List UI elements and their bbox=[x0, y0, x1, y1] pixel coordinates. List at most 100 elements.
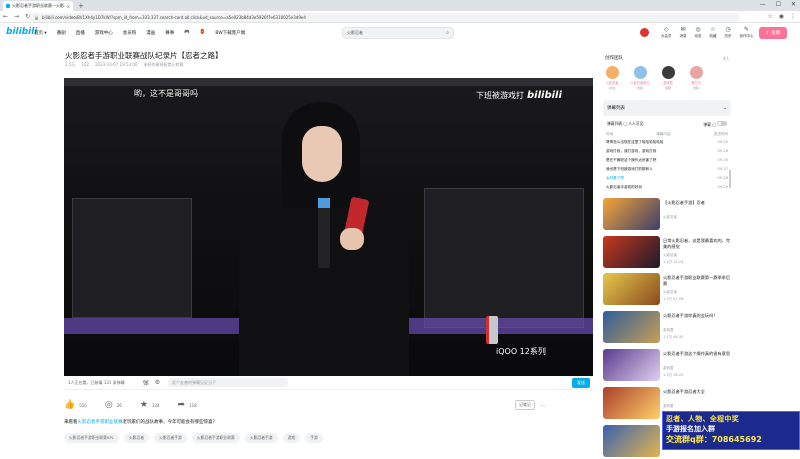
danmaku-row[interactable]: 哥哥怎么出现在这里了哈哈哈哈哈哈 09-25 bbox=[606, 140, 728, 149]
url-input[interactable]: 🔒 bilibili.com/video/BV1Xh4y1D7kW/?spm_i… bbox=[30, 12, 740, 22]
danmaku-list-scrollbar[interactable] bbox=[729, 170, 731, 188]
tag-item[interactable]: 火影忍者手游职业联赛KPL bbox=[64, 433, 119, 443]
profile-icon[interactable]: ◉ bbox=[779, 13, 784, 20]
recommendation-thumbnail[interactable] bbox=[603, 349, 660, 381]
share-button[interactable]: ➦ 118 bbox=[178, 400, 197, 410]
recommendation-thumbnail[interactable] bbox=[603, 425, 660, 457]
close-window-icon[interactable]: ✕ bbox=[791, 1, 796, 8]
recommendation-thumbnail[interactable] bbox=[603, 311, 660, 343]
top-nav-item[interactable]: 会员购 bbox=[123, 30, 137, 36]
recommendation-item[interactable]: 火影忍者手游职业联赛第一赛季季后赛 火影忍者 1.7万 07-08 bbox=[603, 273, 731, 307]
top-nav-item[interactable]: BW下载客户端 bbox=[215, 30, 245, 36]
description-link[interactable]: 火影忍者手游职业联赛 bbox=[78, 420, 123, 425]
header-icon-item[interactable]: ◷ 历史 bbox=[725, 26, 732, 39]
recommendation-thumbnail[interactable] bbox=[603, 387, 660, 419]
danmaku-col-header[interactable]: 时间 bbox=[606, 132, 613, 137]
recommendation-item[interactable]: 火影忍者手游你真的会玩吗？ 游戏君 1.1万 06-30 bbox=[603, 311, 731, 345]
recommendation-title[interactable]: 日常火影忍者，这是我最喜欢的，完美的感觉 bbox=[663, 238, 731, 250]
header-icon-item[interactable]: ◎ 动态 bbox=[695, 26, 702, 39]
recommendation-item[interactable]: 【火影忍者手游】忍者 火影忍者 bbox=[603, 198, 731, 232]
danmaku-list-toggle[interactable]: 弹幕 ▢ bbox=[703, 120, 727, 128]
toggle-switch-icon[interactable] bbox=[717, 120, 727, 126]
top-nav-item[interactable]: 游戏中心 bbox=[95, 30, 113, 36]
search-bar[interactable]: 火影忍者 ⌕ bbox=[342, 27, 454, 39]
favorite-button[interactable]: ★ 134 bbox=[140, 400, 160, 410]
recommendation-thumbnail[interactable] bbox=[603, 198, 660, 230]
recommendation-title[interactable]: 火影忍者手游职业联赛第一赛季季后赛 bbox=[663, 275, 731, 287]
creator-item[interactable]: 鬼灯月 出镜 bbox=[687, 66, 705, 90]
overlay-ad[interactable]: 忍者、人物、全程中奖 手游报名加入群 交流群q群：708645692 bbox=[662, 411, 800, 450]
recommendation-author[interactable]: 火影忍者 bbox=[663, 253, 677, 258]
recommendation-item[interactable]: 日常火影忍者，这是我最喜欢的，完美的感觉 火影忍者 1.1万 14-24 bbox=[603, 236, 731, 270]
header-icon-item[interactable]: ✉ 消息 bbox=[680, 26, 687, 39]
forward-icon[interactable]: → bbox=[14, 13, 19, 20]
top-nav-item[interactable]: 直播 bbox=[76, 30, 85, 36]
recommendation-author[interactable]: 游戏君 bbox=[663, 328, 674, 333]
star-icon: ★ bbox=[139, 400, 148, 410]
danmaku-row[interactable]: 游戏打我，我打游戏，游戏打我 09-26 bbox=[606, 149, 728, 158]
new-tab-button[interactable]: + bbox=[78, 2, 84, 10]
danmaku-row[interactable]: 太好看了吧 09-28 bbox=[606, 176, 728, 185]
danmaku-row[interactable]: 我也是下班被游戏打的那种人 09-27 bbox=[606, 167, 728, 176]
avatar[interactable] bbox=[640, 28, 649, 37]
recommendation-title[interactable]: 火影忍者手游忍者大全 bbox=[663, 389, 731, 395]
danmaku-list-header[interactable]: 弹幕列表 ⌄ bbox=[603, 100, 731, 116]
top-nav-item[interactable]: 番剧 bbox=[57, 30, 66, 36]
danmaku-row[interactable]: 是在干嘛呢这个操作太厉害了吧 09-26 bbox=[606, 158, 728, 167]
creator-item[interactable]: 游戏君 剪辑 bbox=[659, 66, 677, 90]
coin-button[interactable]: ◎ 26 bbox=[105, 400, 122, 410]
danmaku-col-header[interactable]: 发送时间 bbox=[714, 132, 728, 137]
danmaku-row[interactable]: 火影忍者手游真的好玩 09-29 bbox=[606, 185, 728, 194]
danmaku-col-header[interactable]: 弹幕内容 bbox=[656, 132, 670, 137]
danmaku-input[interactable]: 发个友善的弹幕见证当下 bbox=[168, 378, 288, 387]
top-nav-item[interactable]: 首页 ▾ bbox=[34, 30, 47, 36]
creator-item[interactable]: 火影忍者 UP主 bbox=[603, 66, 621, 90]
more-icon[interactable]: ··· bbox=[541, 403, 545, 408]
note-button[interactable]: 记笔记 bbox=[515, 400, 535, 410]
recommendation-item[interactable]: 火影忍者手游这个操作真的很有意思 游戏君 1.3万 16-20 bbox=[603, 349, 731, 383]
recommendation-thumbnail[interactable] bbox=[603, 236, 660, 268]
recommendation-author[interactable]: 游戏君 bbox=[663, 404, 674, 409]
minimize-icon[interactable]: — bbox=[760, 1, 766, 8]
close-tab-icon[interactable]: ✕ bbox=[67, 4, 70, 9]
top-nav-item[interactable]: 赛事 bbox=[165, 30, 174, 36]
header-icon-item[interactable]: ✎ 创作中心 bbox=[740, 26, 754, 39]
danmaku-toggle-icon[interactable]: 弹 bbox=[143, 378, 149, 387]
header-icon-item[interactable]: ◇ 大会员 bbox=[661, 26, 672, 39]
bilibili-logo[interactable]: bilibili bbox=[6, 27, 37, 37]
avatar[interactable] bbox=[633, 66, 647, 79]
tag-item[interactable]: 手游 bbox=[305, 433, 323, 443]
recommendation-author[interactable]: 游戏君 bbox=[663, 366, 674, 371]
search-icon[interactable]: ⌕ bbox=[446, 30, 449, 36]
tag-item[interactable]: 游戏 bbox=[282, 433, 301, 443]
top-nav-item[interactable]: 🎮 bbox=[184, 30, 190, 36]
bookmark-star-icon[interactable]: ☆ bbox=[767, 13, 772, 20]
upload-button[interactable]: ⇪ 投稿 bbox=[759, 27, 787, 39]
header-icon-item[interactable]: ☆ 收藏 bbox=[710, 26, 717, 39]
recommendation-author[interactable]: 火影忍者 bbox=[663, 290, 677, 295]
top-nav-item[interactable]: 🏮 bbox=[200, 30, 206, 36]
recommendation-title[interactable]: 火影忍者手游这个操作真的很有意思 bbox=[663, 351, 731, 357]
tag-item[interactable]: 火影忍者手游职业联赛 bbox=[191, 433, 240, 443]
like-button[interactable]: 👍 516 bbox=[64, 400, 87, 410]
tag-item[interactable]: 火影忍者手游 bbox=[154, 433, 187, 443]
avatar[interactable] bbox=[605, 66, 619, 79]
search-input[interactable]: 火影忍者 bbox=[347, 30, 363, 36]
tag-item[interactable]: 火影忍者手游 bbox=[244, 433, 278, 443]
avatar[interactable] bbox=[661, 66, 675, 79]
avatar[interactable] bbox=[689, 66, 703, 79]
recommendation-author[interactable]: 火影忍者 bbox=[663, 215, 677, 220]
recommendation-title[interactable]: 【火影忍者手游】忍者 bbox=[663, 200, 731, 206]
video-player[interactable]: 哟，这不是哥哥吗 下班被游戏打 bilibili iQOO 12系列 bbox=[64, 78, 593, 376]
recommendation-thumbnail[interactable] bbox=[603, 273, 660, 305]
back-icon[interactable]: ← bbox=[3, 13, 8, 20]
creator-item[interactable]: 火影忍者官方 出镜 bbox=[630, 66, 650, 90]
browser-tab[interactable]: 火影忍者手游职业联赛—火影... ✕ bbox=[3, 1, 73, 11]
top-nav-item[interactable]: 漫画 bbox=[146, 30, 155, 36]
danmaku-send-button[interactable]: 发送 bbox=[572, 378, 590, 388]
tag-item[interactable]: 火影忍者 bbox=[123, 433, 150, 443]
menu-icon[interactable]: ⋮ bbox=[790, 13, 796, 20]
recommendation-title[interactable]: 火影忍者手游你真的会玩吗？ bbox=[663, 313, 731, 319]
danmaku-settings-icon[interactable]: ⚙ bbox=[155, 379, 160, 386]
maximize-icon[interactable]: ☐ bbox=[776, 1, 781, 8]
